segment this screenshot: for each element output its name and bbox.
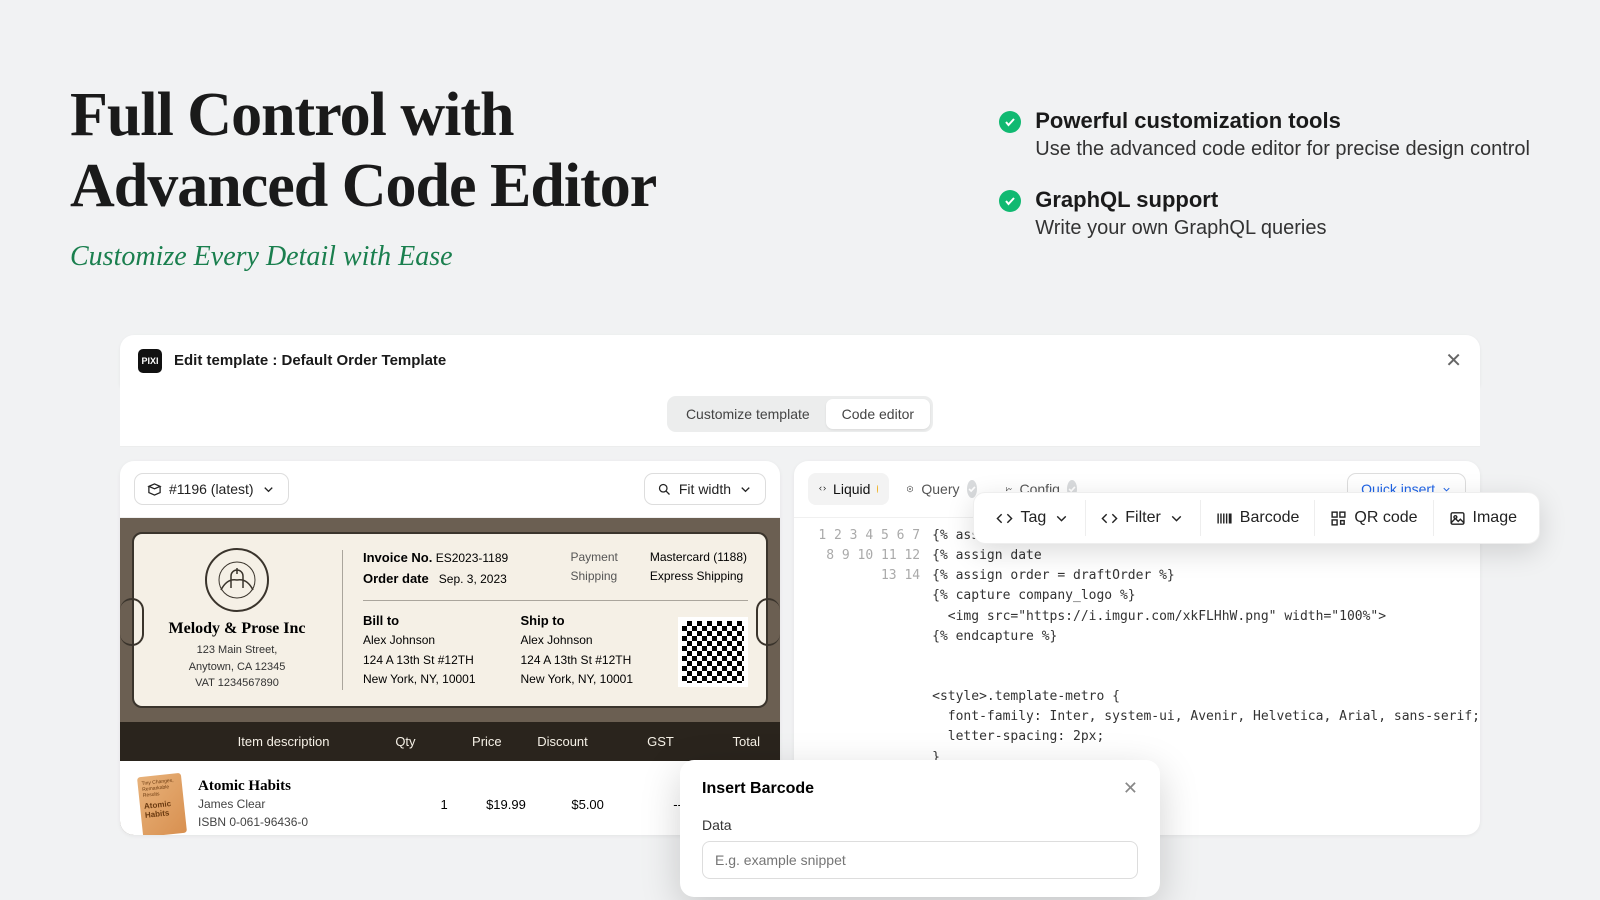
feature-desc: Use the advanced code editor for precise… [1035,138,1530,161]
quick-insert-popover: Tag Filter Barcode QR code Image [973,492,1540,544]
insert-image-button[interactable]: Image [1434,500,1532,536]
chevron-down-icon [1168,510,1185,527]
version-dropdown[interactable]: #1196 (latest) [134,473,289,505]
chevron-down-icon [738,482,753,497]
qr-code [678,617,748,687]
modal-field-label: Data [702,817,1138,833]
tab-code-editor[interactable]: Code editor [826,399,930,429]
feature-desc: Write your own GraphQL queries [1035,217,1326,240]
search-icon [657,482,672,497]
company-address: 123 Main Street, Anytown, CA 12345 VAT 1… [152,642,322,692]
code-icon [996,510,1013,527]
insert-filter-button[interactable]: Filter [1086,500,1201,536]
tab-customize[interactable]: Customize template [670,399,826,429]
chevron-down-icon [261,482,276,497]
page-title: Edit template : Default Order Template [174,352,446,369]
code-icon [1101,510,1118,527]
code-icon [819,485,826,492]
insert-barcode-modal: Insert Barcode ✕ Data [680,760,1160,897]
fit-width-dropdown[interactable]: Fit width [644,473,766,505]
modal-title: Insert Barcode [702,780,814,798]
status-dot [877,485,878,493]
qr-icon [1330,510,1347,527]
check-icon [999,190,1021,212]
tab-liquid[interactable]: Liquid [808,473,889,505]
check-icon [999,111,1021,133]
barcode-icon [1216,510,1233,527]
book-cover: Tiny Changes, Remarkable Results Atomic … [137,772,187,834]
company-logo [205,548,269,612]
hero-title: Full Control with Advanced Code Editor [70,80,656,223]
close-icon[interactable]: ✕ [1123,778,1138,799]
feature-title: Powerful customization tools [1035,108,1530,134]
company-name: Melody & Prose Inc [152,620,322,638]
hero-subtitle: Customize Every Detail with Ease [70,241,656,273]
table-header: Item description Qty Price Discount GST … [120,722,780,761]
insert-barcode-button[interactable]: Barcode [1201,500,1316,536]
image-icon [1449,510,1466,527]
chevron-down-icon [1053,510,1070,527]
insert-qrcode-button[interactable]: QR code [1315,500,1433,536]
insert-tag-button[interactable]: Tag [981,500,1086,536]
graphql-icon [906,485,914,493]
feature-title: GraphQL support [1035,187,1326,213]
barcode-data-input[interactable] [702,841,1138,879]
close-icon[interactable]: ✕ [1445,348,1462,373]
box-icon [147,482,162,497]
app-logo: PIXI [138,349,162,373]
